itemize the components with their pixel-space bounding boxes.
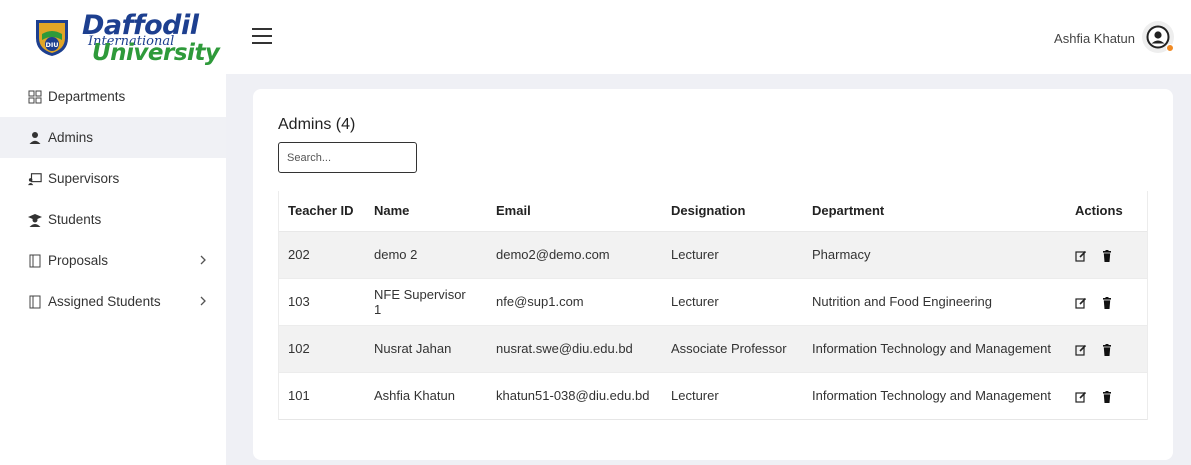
top-header: DIU Daffodil International University As… bbox=[0, 0, 1191, 74]
sidebar-item-supervisors[interactable]: Supervisors bbox=[0, 158, 226, 199]
sidebar-item-label: Proposals bbox=[48, 253, 109, 268]
cell-designation: Lecturer bbox=[671, 388, 719, 403]
university-logo[interactable]: DIU Daffodil International University bbox=[30, 10, 220, 66]
trash-icon[interactable] bbox=[1101, 249, 1113, 262]
shield-logo-icon: DIU bbox=[36, 20, 68, 56]
trash-icon[interactable] bbox=[1101, 343, 1113, 356]
sidebar-item-students[interactable]: Students bbox=[0, 199, 226, 240]
cell-teacher-id: 102 bbox=[288, 341, 310, 356]
admins-table: Teacher ID Name Email Designation Depart… bbox=[278, 191, 1148, 420]
column-header-teacher-id[interactable]: Teacher ID bbox=[278, 191, 364, 232]
edit-icon[interactable] bbox=[1075, 344, 1087, 356]
sidebar-item-proposals[interactable]: Proposals bbox=[0, 240, 226, 281]
sidebar-item-label: Students bbox=[48, 212, 102, 227]
chevron-right-icon bbox=[200, 296, 206, 306]
sidebar-item-label: Admins bbox=[48, 130, 94, 145]
trash-icon[interactable] bbox=[1101, 390, 1113, 403]
document-icon bbox=[28, 254, 42, 268]
logo-text-university: University bbox=[92, 40, 220, 66]
table-header-row: Teacher ID Name Email Designation Depart… bbox=[278, 191, 1148, 232]
grid-icon bbox=[28, 90, 42, 104]
cell-designation: Lecturer bbox=[671, 247, 719, 262]
sidebar-item-admins[interactable]: Admins bbox=[0, 117, 226, 158]
cell-name: NFE Supervisor 1 bbox=[374, 286, 466, 317]
shield-text: DIU bbox=[45, 41, 58, 49]
cell-department: Nutrition and Food Engineering bbox=[812, 294, 992, 309]
presentation-icon bbox=[28, 172, 42, 186]
cell-teacher-id: 101 bbox=[288, 388, 310, 403]
column-header-designation[interactable]: Designation bbox=[661, 191, 802, 232]
table-row: 103 NFE Supervisor 1 nfe@sup1.com Lectur… bbox=[278, 278, 1148, 325]
cell-department: Information Technology and Management bbox=[812, 341, 1051, 356]
sidebar-item-label: Assigned Students bbox=[48, 294, 161, 309]
column-header-department[interactable]: Department bbox=[802, 191, 1065, 232]
cell-teacher-id: 103 bbox=[288, 294, 310, 309]
cell-name: Nusrat Jahan bbox=[374, 341, 452, 356]
user-icon bbox=[28, 131, 42, 145]
page-title: Admins (4) bbox=[278, 116, 356, 133]
cell-actions bbox=[1065, 231, 1148, 278]
user-avatar[interactable] bbox=[1142, 21, 1174, 53]
cell-actions bbox=[1065, 325, 1148, 372]
sidebar: Departments Admins Supervisors Students … bbox=[0, 74, 226, 465]
cell-actions bbox=[1065, 278, 1148, 325]
status-dot bbox=[1166, 44, 1174, 52]
table-row: 101 Ashfia Khatun khatun51-038@diu.edu.b… bbox=[278, 372, 1148, 419]
cell-name: demo 2 bbox=[374, 247, 418, 262]
admins-card: Admins (4) Teacher ID Name Email Designa… bbox=[253, 89, 1173, 460]
table-row: 202 demo 2 demo2@demo.com Lecturer Pharm… bbox=[278, 231, 1148, 278]
edit-icon[interactable] bbox=[1075, 250, 1087, 262]
search-input[interactable] bbox=[278, 142, 417, 173]
cell-email: demo2@demo.com bbox=[496, 247, 610, 262]
cell-designation: Lecturer bbox=[671, 294, 719, 309]
edit-icon[interactable] bbox=[1075, 391, 1087, 403]
sidebar-item-label: Departments bbox=[48, 89, 126, 104]
cell-department: Pharmacy bbox=[812, 247, 871, 262]
sidebar-item-assigned-students[interactable]: Assigned Students bbox=[0, 281, 226, 322]
cell-teacher-id: 202 bbox=[288, 247, 310, 262]
cell-name: Ashfia Khatun bbox=[374, 388, 455, 403]
edit-icon[interactable] bbox=[1075, 297, 1087, 309]
column-header-name[interactable]: Name bbox=[364, 191, 486, 232]
column-header-actions: Actions bbox=[1065, 191, 1148, 232]
column-header-email[interactable]: Email bbox=[486, 191, 661, 232]
cell-department: Information Technology and Management bbox=[812, 388, 1051, 403]
trash-icon[interactable] bbox=[1101, 296, 1113, 309]
graduate-icon bbox=[28, 213, 42, 227]
sidebar-item-departments[interactable]: Departments bbox=[0, 76, 226, 117]
sidebar-item-label: Supervisors bbox=[48, 171, 120, 186]
user-name[interactable]: Ashfia Khatun bbox=[1054, 31, 1135, 46]
cell-designation: Associate Professor bbox=[671, 341, 787, 356]
table-row: 102 Nusrat Jahan nusrat.swe@diu.edu.bd A… bbox=[278, 325, 1148, 372]
cell-email: nfe@sup1.com bbox=[496, 294, 584, 309]
hamburger-icon[interactable] bbox=[252, 28, 272, 44]
cell-actions bbox=[1065, 372, 1148, 419]
cell-email: khatun51-038@diu.edu.bd bbox=[496, 388, 650, 403]
document-icon bbox=[28, 295, 42, 309]
chevron-right-icon bbox=[200, 255, 206, 265]
cell-email: nusrat.swe@diu.edu.bd bbox=[496, 341, 633, 356]
